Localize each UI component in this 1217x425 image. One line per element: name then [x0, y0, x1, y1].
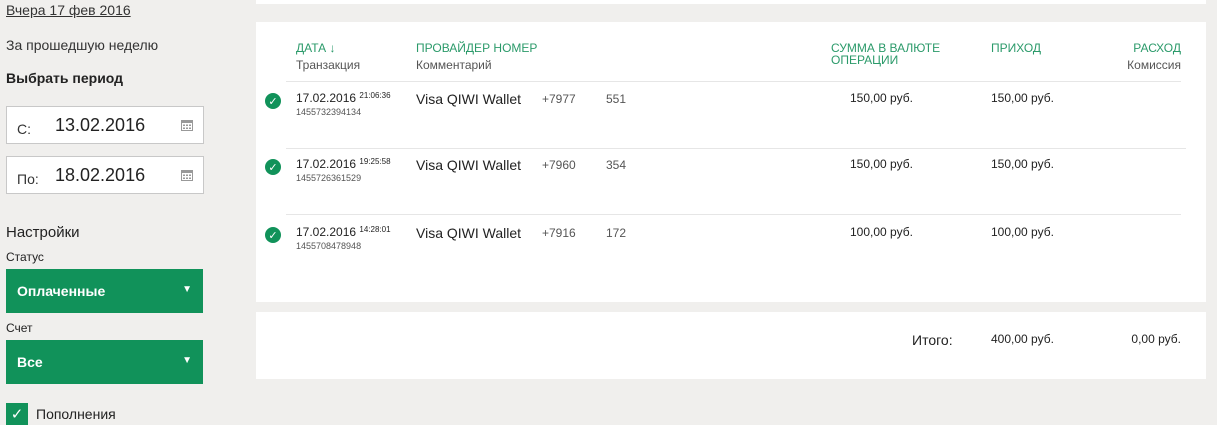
- tx-phone: +7977: [542, 92, 576, 106]
- last-week-link[interactable]: За прошедшую неделю: [6, 37, 158, 53]
- account-select[interactable]: Все ▼: [6, 340, 203, 384]
- header-provider[interactable]: Провайдер Номер Комментарий: [416, 42, 537, 71]
- header-provider-label[interactable]: Провайдер Номер: [416, 42, 537, 54]
- tx-id: 1455708478948: [296, 241, 362, 251]
- dropdown-arrow-icon: ▼: [182, 355, 192, 366]
- table-row[interactable]: ✓ 17.02.2016 14:28:01 1455708478948 Visa…: [256, 225, 1206, 275]
- account-select-value: Все: [17, 354, 43, 370]
- header-date[interactable]: Дата ↓ Транзакция: [296, 42, 360, 71]
- totals-label: Итого:: [912, 332, 953, 348]
- row-divider: [286, 148, 1186, 149]
- tx-provider: Visa QIWI Wallet: [416, 91, 522, 107]
- settings-title: Настройки: [6, 224, 80, 241]
- period-title: Выбрать период: [6, 70, 124, 86]
- tx-provider: Visa QIWI Wallet: [416, 225, 522, 241]
- date-to-field[interactable]: По: 18.02.2016: [6, 156, 204, 194]
- tx-phone: +7960: [542, 158, 576, 172]
- tx-income: 100,00 руб.: [991, 225, 1054, 239]
- header-commission-label: Комиссия: [1127, 58, 1181, 72]
- tx-time: 19:25:58: [359, 157, 391, 166]
- status-select-value: Оплаченные: [17, 283, 106, 299]
- tx-income: 150,00 руб.: [991, 157, 1054, 171]
- deposits-checkbox-row[interactable]: ✓ Пополнения: [6, 403, 116, 425]
- tx-provider: Visa QIWI Wallet: [416, 157, 522, 173]
- tx-date: 17.02.2016 21:06:36: [296, 91, 391, 105]
- status-select[interactable]: Оплаченные ▼: [6, 269, 203, 313]
- header-sum[interactable]: Сумма в валюте операции: [831, 42, 971, 66]
- date-from-field[interactable]: С: 13.02.2016: [6, 106, 204, 144]
- top-panel-edge: [256, 0, 1206, 4]
- table-row[interactable]: ✓ 17.02.2016 21:06:36 1455732394134 Visa…: [256, 91, 1206, 141]
- success-check-icon: ✓: [265, 159, 281, 175]
- yesterday-link[interactable]: Вчера 17 фев 2016: [6, 2, 131, 18]
- tx-phone: +7916: [542, 226, 576, 240]
- header-sum-label[interactable]: Сумма в валюте операции: [831, 42, 971, 66]
- transactions-panel: Дата ↓ Транзакция Провайдер Номер Коммен…: [256, 22, 1206, 302]
- row-divider: [286, 81, 1181, 82]
- table-row[interactable]: ✓ 17.02.2016 19:25:58 1455726361529 Visa…: [256, 157, 1206, 207]
- header-income[interactable]: Приход: [991, 42, 1041, 54]
- tx-time: 21:06:36: [359, 91, 391, 100]
- tx-time: 14:28:01: [359, 225, 391, 234]
- status-label: Статус: [6, 250, 44, 264]
- date-to-value[interactable]: 18.02.2016: [55, 165, 181, 186]
- header-transaction-label: Транзакция: [296, 58, 361, 72]
- tx-phone-end: 354: [606, 158, 627, 172]
- deposits-checkbox-label: Пополнения: [36, 406, 116, 422]
- header-expense-label[interactable]: Расход: [1127, 42, 1181, 54]
- account-label: Счет: [6, 321, 33, 335]
- totals-income: 400,00 руб.: [991, 332, 1054, 346]
- calendar-icon[interactable]: [181, 119, 193, 131]
- row-divider: [286, 214, 1181, 215]
- dropdown-arrow-icon: ▼: [182, 284, 192, 295]
- header-date-label[interactable]: Дата ↓: [296, 42, 360, 54]
- tx-sum: 150,00 руб.: [850, 91, 913, 105]
- calendar-icon[interactable]: [181, 169, 193, 181]
- tx-id: 1455732394134: [296, 107, 362, 117]
- success-check-icon: ✓: [265, 227, 281, 243]
- totals-panel: Итого: 400,00 руб. 0,00 руб.: [256, 312, 1206, 379]
- filter-sidebar: Вчера 17 фев 2016 За прошедшую неделю Вы…: [0, 0, 215, 425]
- date-from-value[interactable]: 13.02.2016: [55, 115, 181, 136]
- success-check-icon: ✓: [265, 93, 281, 109]
- tx-sum: 150,00 руб.: [850, 157, 913, 171]
- tx-id: 1455726361529: [296, 173, 362, 183]
- totals-expense: 0,00 руб.: [1131, 332, 1181, 346]
- tx-income: 150,00 руб.: [991, 91, 1054, 105]
- tx-phone-end: 551: [606, 92, 627, 106]
- deposits-checkbox[interactable]: ✓: [6, 403, 28, 425]
- tx-date: 17.02.2016 14:28:01: [296, 225, 391, 239]
- header-income-label[interactable]: Приход: [991, 42, 1041, 54]
- header-comment-label: Комментарий: [416, 58, 492, 72]
- tx-date: 17.02.2016 19:25:58: [296, 157, 391, 171]
- date-to-prefix: По:: [17, 171, 39, 187]
- tx-sum: 100,00 руб.: [850, 225, 913, 239]
- tx-phone-end: 172: [606, 226, 627, 240]
- date-from-prefix: С:: [17, 121, 31, 137]
- header-expense[interactable]: Расход Комиссия: [1127, 42, 1181, 71]
